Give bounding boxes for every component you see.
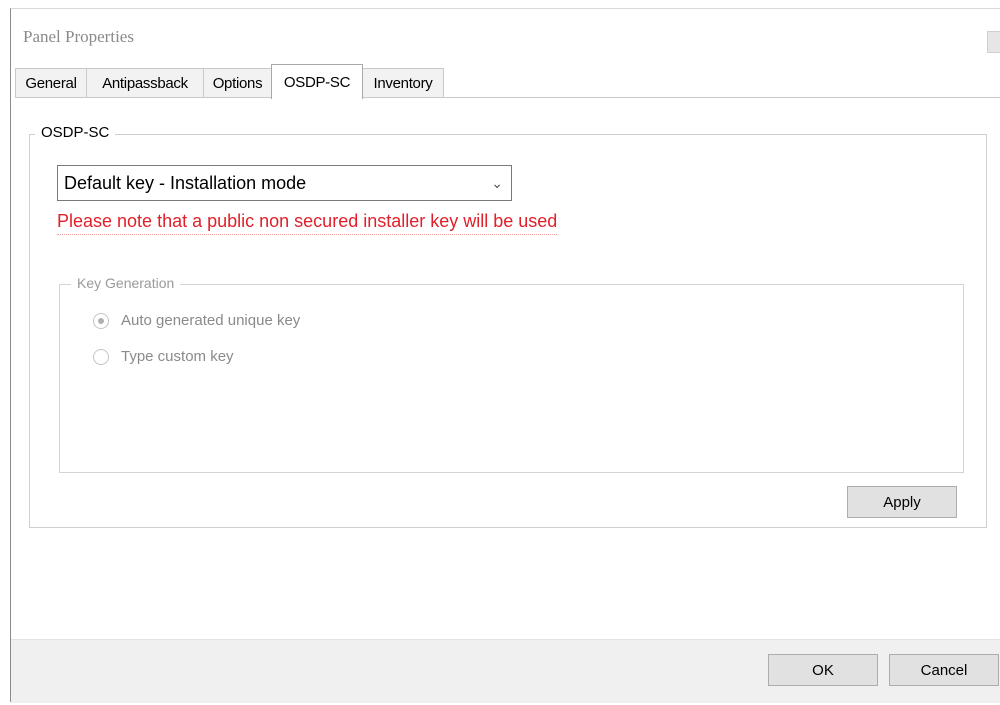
tab-antipassback[interactable]: Antipassback	[86, 68, 204, 98]
tab-general[interactable]: General	[15, 68, 87, 98]
tab-options[interactable]: Options	[203, 68, 272, 98]
close-button[interactable]	[987, 31, 1000, 53]
title-bar: Panel Properties	[11, 9, 1000, 61]
key-mode-select[interactable]: Default key - Installation mode ⌄	[57, 165, 512, 201]
installer-key-warning: Please note that a public non secured in…	[57, 211, 558, 235]
window-title: Panel Properties	[23, 27, 134, 46]
tab-strip: General Antipassback Options OSDP-SC Inv…	[15, 64, 995, 99]
radio-type-custom-key[interactable]: Type custom key	[93, 348, 234, 365]
key-mode-select-value: Default key - Installation mode	[64, 172, 307, 193]
cancel-button[interactable]: Cancel	[889, 654, 999, 686]
radio-button-unchecked[interactable]	[93, 348, 109, 365]
radio-auto-generated-key[interactable]: Auto generated unique key	[93, 312, 300, 329]
osdp-sc-tab-panel: OSDP-SC Default key - Installation mode …	[15, 97, 1000, 637]
ok-button[interactable]: OK	[768, 654, 878, 686]
tab-osdp-sc[interactable]: OSDP-SC	[271, 64, 363, 99]
key-generation-title: Key Generation	[71, 275, 181, 291]
tab-inventory[interactable]: Inventory	[362, 68, 444, 98]
radio-label: Auto generated unique key	[121, 312, 301, 329]
radio-label: Type custom key	[121, 348, 234, 365]
dialog-footer: OK Cancel	[11, 639, 1000, 703]
radio-button-checked[interactable]	[93, 312, 109, 329]
chevron-down-icon: ⌄	[491, 175, 503, 191]
apply-button[interactable]: Apply	[847, 486, 957, 518]
panel-properties-dialog: Panel Properties General Antipassback Op…	[10, 8, 1000, 703]
osdp-sc-group-title: OSDP-SC	[35, 124, 116, 141]
